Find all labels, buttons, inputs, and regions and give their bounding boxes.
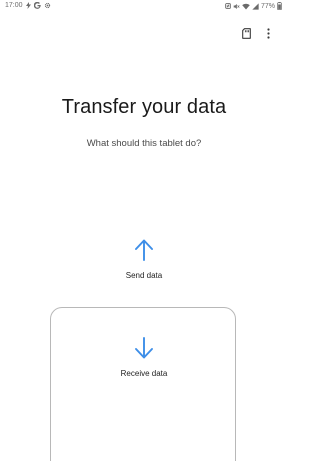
- google-icon: [33, 2, 41, 9]
- receive-data-option[interactable]: Receive data: [94, 336, 194, 380]
- smart-switch-screen: 17:00 77% Transfer your data What should…: [0, 0, 288, 461]
- settings-gear-icon: [44, 2, 51, 9]
- receive-data-card[interactable]: [50, 307, 236, 461]
- send-data-label: Send data: [125, 271, 163, 280]
- arrow-down-icon: [134, 336, 154, 365]
- arrow-up-icon: [134, 238, 154, 267]
- nfc-icon: [225, 3, 231, 9]
- mute-icon: [233, 3, 240, 10]
- battery-icon: [277, 2, 282, 10]
- page-title: Transfer your data: [61, 96, 227, 118]
- top-actions: [240, 26, 274, 40]
- status-bar-left: 17:00: [5, 2, 51, 9]
- status-bar: 17:00 77%: [0, 0, 288, 12]
- signal-icon: [252, 2, 259, 10]
- send-data-option[interactable]: Send data: [94, 238, 194, 284]
- receive-data-label: Receive data: [120, 369, 168, 378]
- charging-bolt-icon: [25, 2, 31, 9]
- wifi-icon: [242, 3, 250, 10]
- sd-card-icon[interactable]: [240, 26, 252, 40]
- status-time: 17:00: [5, 2, 23, 9]
- page-subtitle: What should this tablet do?: [86, 138, 202, 149]
- battery-percentage: 77%: [260, 2, 275, 10]
- more-vert-icon[interactable]: [262, 26, 274, 40]
- status-bar-right: 77%: [225, 2, 282, 10]
